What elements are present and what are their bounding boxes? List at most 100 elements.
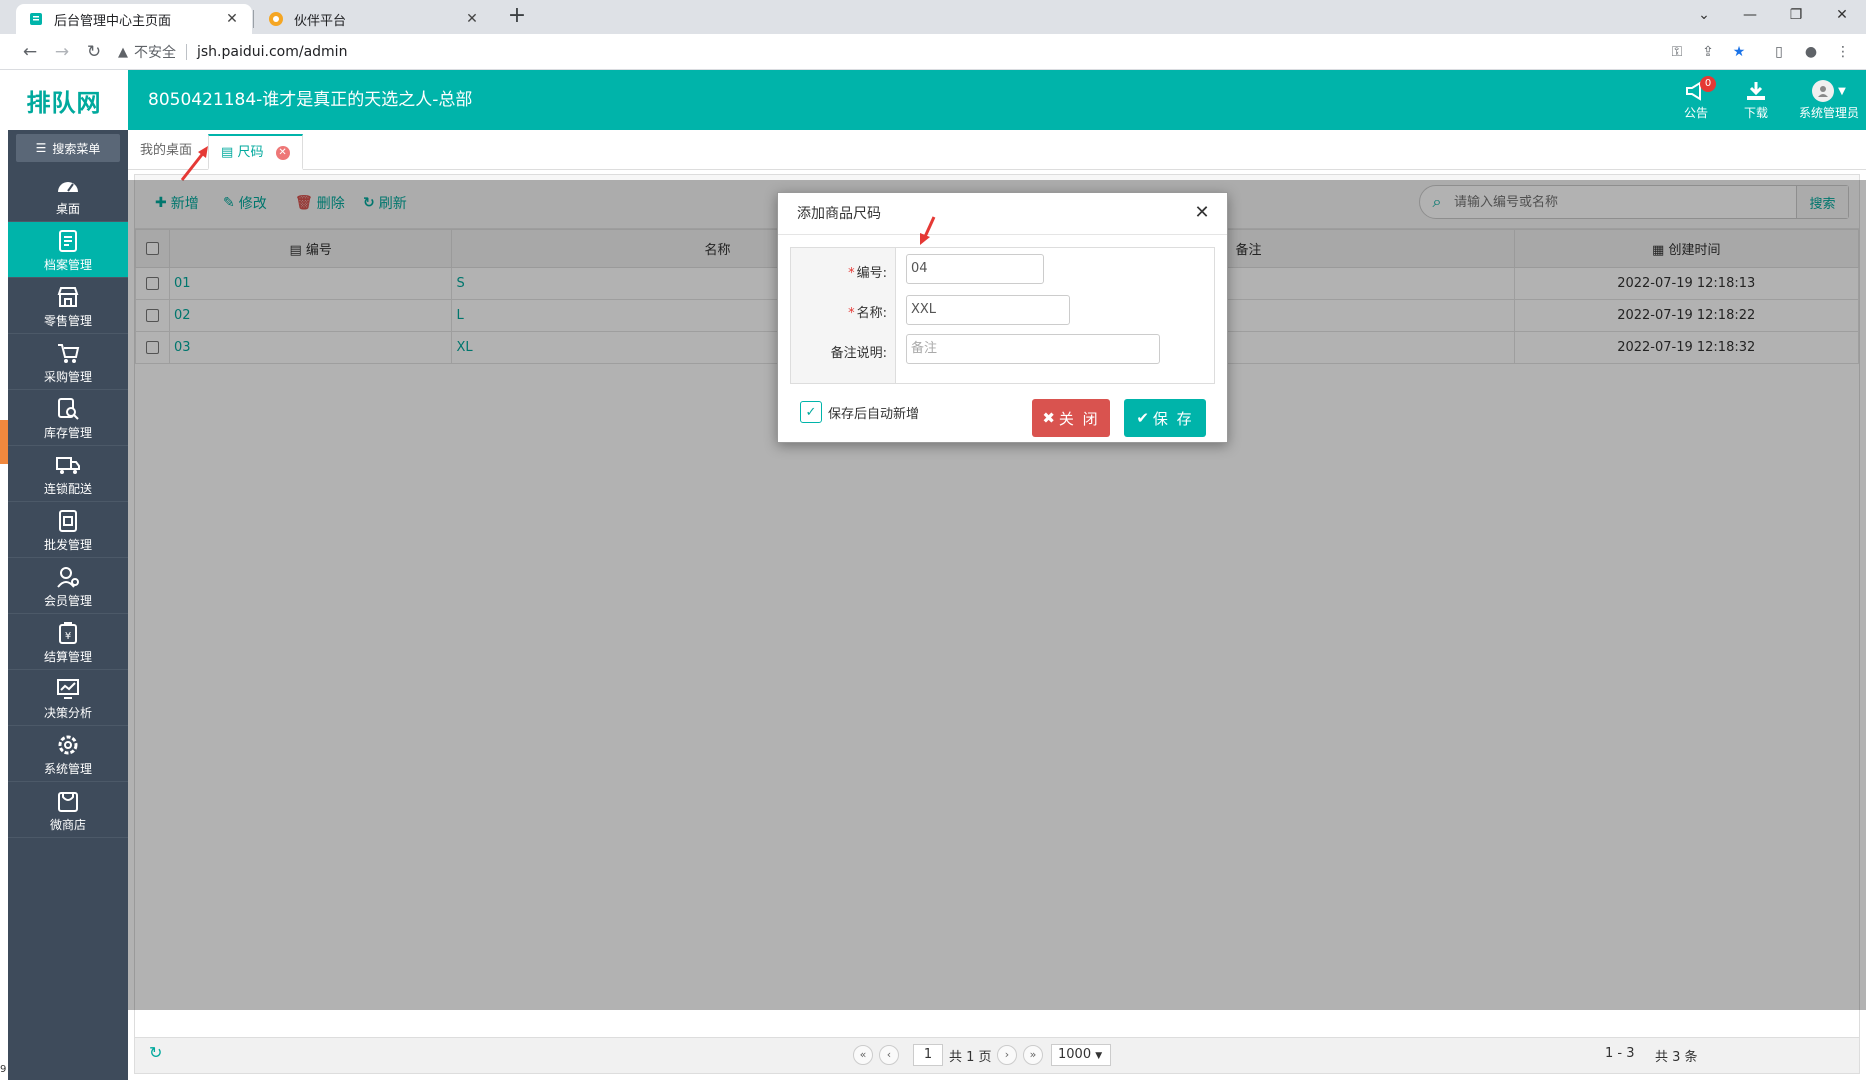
insecure-label: 不安全: [134, 45, 176, 61]
app-header: 排队网 8050421184-谁才是真正的天选之人-总部 0 公告 下载 ▼ 系…: [0, 70, 1866, 130]
last-page-button[interactable]: »: [1023, 1045, 1043, 1065]
store-icon: [8, 282, 128, 312]
forward-icon[interactable]: →: [50, 40, 74, 64]
menu-dots-icon[interactable]: ⋮: [1832, 41, 1854, 63]
sidebar-item-settlement[interactable]: ¥ 结算管理: [8, 614, 128, 670]
wholesale-icon: [8, 506, 128, 536]
notice-button[interactable]: 0 公告: [1666, 76, 1726, 121]
close-icon[interactable]: ✕: [464, 11, 480, 27]
minimize-button[interactable]: —: [1730, 0, 1770, 30]
save-button[interactable]: ✔ 保 存: [1124, 399, 1206, 437]
sidebar-item-system[interactable]: 系统管理: [8, 726, 128, 782]
sidebar-item-label: 档案管理: [43, 258, 92, 272]
download-icon: [1726, 78, 1786, 104]
reload-icon[interactable]: ↻: [82, 40, 106, 64]
megaphone-icon: [1666, 78, 1726, 104]
save-button-label: 保 存: [1152, 409, 1194, 428]
auto-add-option[interactable]: ✓ 保存后自动新增: [800, 401, 919, 423]
logo-text: 排队网: [26, 88, 102, 117]
code-label: * 编号:: [848, 262, 887, 281]
restore-button[interactable]: ❐: [1776, 0, 1816, 30]
warning-icon: ▲: [118, 44, 128, 60]
side-indicator: [0, 420, 8, 464]
address-bar: ← → ↻ ▲ 不安全 jsh.paidui.com/admin ⚿ ⇪ ★ ▯…: [0, 34, 1866, 70]
list-icon: ▤: [221, 145, 234, 160]
search-menu-button[interactable]: ☰ 搜索菜单: [16, 134, 120, 162]
browser-tab-strip: 后台管理中心主页面 ✕ 伙伴平台 ✕ + ⌄ — ❐ ✕: [0, 0, 1866, 34]
download-button[interactable]: 下载: [1726, 78, 1786, 121]
next-page-button[interactable]: ›: [997, 1045, 1017, 1065]
sidebar-item-microshop[interactable]: 微商店: [8, 782, 128, 838]
auto-add-checkbox[interactable]: ✓: [800, 401, 822, 423]
browser-tab-admin[interactable]: 后台管理中心主页面 ✕: [16, 4, 252, 34]
required-mark: *: [848, 266, 855, 281]
sidebar-item-label: 采购管理: [43, 370, 92, 384]
corner-digit: 9: [0, 1064, 7, 1075]
bookmark-star-icon[interactable]: ★: [1728, 41, 1750, 63]
side-panel-icon[interactable]: ▯: [1768, 41, 1790, 63]
reload-grid-icon[interactable]: ↻: [149, 1043, 162, 1062]
annotation-arrow-icon: [920, 216, 936, 245]
name-field[interactable]: XXL: [906, 295, 1070, 325]
browser-tab-title: 伙伴平台: [294, 13, 347, 29]
avatar: [1812, 80, 1835, 102]
key-icon[interactable]: ⚿: [1666, 41, 1688, 63]
pagination-bar: ↻ « ‹ 1 共 1 页 › » 1000 ▼ 1 - 3 共 3 条: [135, 1037, 1859, 1073]
truck-icon: [8, 450, 128, 480]
profile-icon[interactable]: ●: [1800, 41, 1822, 63]
close-icon[interactable]: ✕: [224, 11, 240, 27]
page-size-select[interactable]: 1000 ▼: [1051, 1044, 1111, 1066]
browser-tab-partner[interactable]: 伙伴平台 ✕: [256, 4, 492, 34]
prev-page-button[interactable]: ‹: [879, 1045, 899, 1065]
window-close-button[interactable]: ✕: [1822, 0, 1862, 30]
sidebar-item-label: 零售管理: [43, 314, 92, 328]
tab-size[interactable]: ▤ 尺码 ✕: [208, 134, 303, 170]
page-tabs: 我的桌面 ▤ 尺码 ✕: [128, 130, 1866, 170]
new-tab-button[interactable]: +: [506, 5, 528, 29]
url-field[interactable]: ▲ 不安全 jsh.paidui.com/admin: [118, 38, 1658, 66]
page-number-input[interactable]: 1: [913, 1044, 943, 1066]
form-labels: * 编号: * 名称: 备注说明:: [791, 248, 896, 383]
sidebar-item-label: 库存管理: [43, 426, 92, 440]
sidebar-item-label: 决策分析: [43, 706, 92, 720]
sidebar-item-label: 会员管理: [43, 594, 92, 608]
user-menu[interactable]: ▼ 系统管理员: [1794, 78, 1864, 121]
sidebar-item-label: 系统管理: [43, 762, 92, 776]
notice-badge: 0: [1700, 76, 1716, 92]
first-page-button[interactable]: «: [853, 1045, 873, 1065]
sidebar-item-label: 桌面: [55, 202, 80, 216]
sidebar-item-inventory[interactable]: 库存管理: [8, 390, 128, 446]
code-field[interactable]: 04: [906, 254, 1044, 284]
dashboard-icon: [8, 170, 128, 200]
sidebar-item-archive[interactable]: 档案管理: [8, 222, 128, 278]
back-icon[interactable]: ←: [18, 40, 42, 64]
download-label: 下载: [1743, 106, 1768, 120]
sidebar-item-retail[interactable]: 零售管理: [8, 278, 128, 334]
sidebar-item-label: 结算管理: [43, 650, 92, 664]
chevron-down-icon: ▼: [1095, 1051, 1103, 1061]
sidebar-item-label: 微商店: [49, 818, 86, 832]
record-range-label: 1 - 3: [1605, 1046, 1635, 1061]
archive-icon: [8, 226, 128, 256]
close-icon[interactable]: ✕: [1191, 202, 1213, 224]
sidebar-item-analysis[interactable]: 决策分析: [8, 670, 128, 726]
close-button[interactable]: ✖ 关 闭: [1032, 399, 1110, 437]
close-x-icon: ✖: [1042, 409, 1057, 427]
name-label: * 名称:: [848, 302, 887, 321]
sidebar-item-purchase[interactable]: 采购管理: [8, 334, 128, 390]
tab-search-icon[interactable]: ⌄: [1684, 0, 1724, 30]
gear-icon: [8, 730, 128, 760]
sidebar-item-member[interactable]: 会员管理: [8, 558, 128, 614]
settlement-icon: ¥: [8, 618, 128, 648]
sidebar-item-label: 批发管理: [43, 538, 92, 552]
sidebar-item-desktop[interactable]: 桌面: [8, 166, 128, 222]
share-icon[interactable]: ⇪: [1697, 41, 1719, 63]
logo[interactable]: 排队网: [0, 70, 128, 130]
sidebar-item-wholesale[interactable]: 批发管理: [8, 502, 128, 558]
record-total-label: 共 3 条: [1655, 1050, 1698, 1065]
close-icon[interactable]: ✕: [275, 145, 290, 160]
remark-field[interactable]: 备注: [906, 334, 1160, 364]
total-pages-label: 共 1 页: [949, 1050, 992, 1065]
check-icon: ✔: [1136, 409, 1151, 427]
sidebar-item-delivery[interactable]: 连锁配送: [8, 446, 128, 502]
